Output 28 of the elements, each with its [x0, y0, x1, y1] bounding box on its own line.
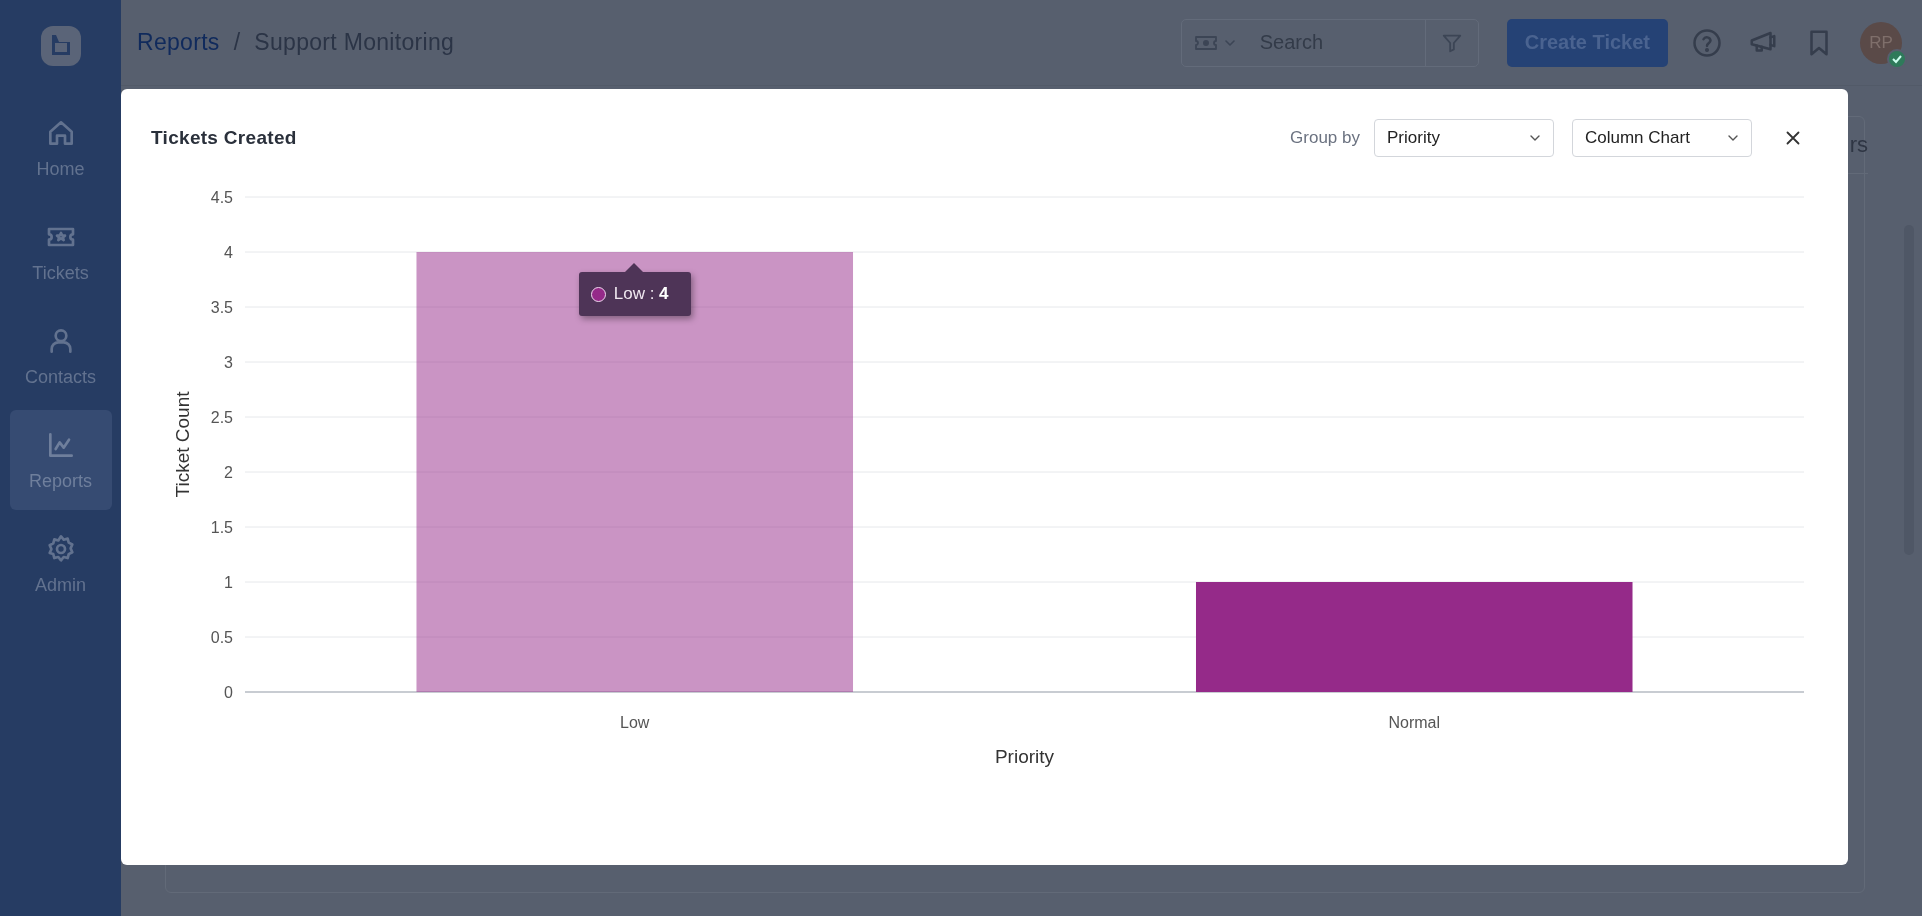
y-tick-label: 3: [224, 354, 233, 371]
sidebar-item[interactable]: Reports: [9, 410, 112, 510]
y-tick-label: 4.5: [210, 189, 233, 206]
y-tick-label: 4: [224, 244, 233, 261]
x-tick-label: Normal: [1388, 714, 1441, 731]
y-tick-label: 0: [224, 684, 233, 701]
y-axis-title: Ticket Count: [172, 391, 193, 498]
y-tick-label: 3.5: [210, 299, 233, 316]
x-axis-title: Priority: [994, 746, 1055, 767]
dialog-title: Tickets Created: [151, 127, 297, 149]
group-by-dropdown[interactable]: Priority: [1374, 119, 1554, 157]
y-tick-label: 2: [224, 464, 233, 481]
tooltip-text: Low : 4: [613, 284, 669, 304]
x-tick-label: Low: [620, 714, 650, 731]
breadcrumb-link[interactable]: Reports: [137, 29, 220, 56]
y-tick-label: 1: [224, 574, 233, 591]
group-by-label: Group by: [1290, 128, 1360, 148]
y-tick-label: 2.5: [210, 409, 233, 426]
breadcrumb-separator: /: [233, 29, 241, 56]
sidebar-item[interactable]: Tickets: [9, 202, 112, 302]
y-tick-label: 1.5: [210, 519, 233, 536]
help-icon[interactable]: [1692, 27, 1722, 58]
y-tick-label: 0.5: [210, 629, 233, 646]
sidebar-item[interactable]: Contacts: [9, 306, 112, 406]
chart-type-dropdown[interactable]: Column Chart: [1572, 119, 1752, 157]
bar[interactable]: [416, 252, 853, 692]
sidebar-item[interactable]: Admin: [9, 514, 112, 614]
sidebar-item[interactable]: Home: [9, 98, 112, 198]
